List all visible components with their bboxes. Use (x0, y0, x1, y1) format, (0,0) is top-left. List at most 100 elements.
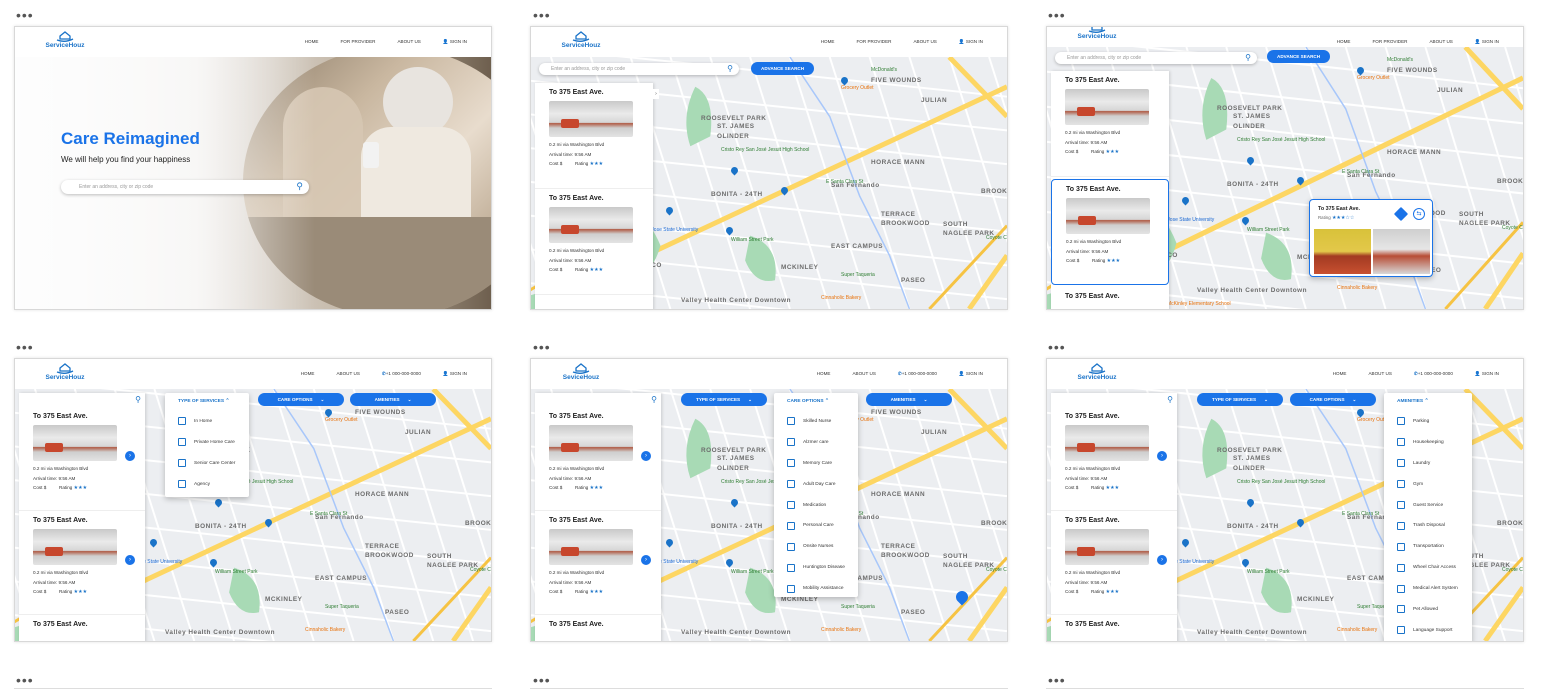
chevron-right-icon[interactable]: › (1157, 555, 1167, 565)
nav-sign-in[interactable]: 👤 SIGN IN (1475, 371, 1499, 377)
result-card[interactable]: To 375 East Ave. (19, 615, 145, 641)
nav-for-provider[interactable]: FOR PROVIDER (1373, 39, 1408, 45)
nav-for-provider[interactable]: FOR PROVIDER (341, 39, 376, 45)
directions-icon[interactable] (1393, 206, 1409, 222)
search-input[interactable]: Enter an address, city or zip code ⚲ (539, 63, 739, 75)
frame-menu-dots[interactable]: ••• (533, 8, 551, 22)
option-transportation[interactable]: Transportation (1384, 536, 1472, 557)
checkbox[interactable] (1397, 438, 1405, 447)
amenities-dropdown[interactable]: AMENITIES ⌃ Parking Housekeeping Laundry… (1384, 393, 1472, 641)
checkbox[interactable] (787, 563, 795, 572)
advance-search-button[interactable]: ADVANCE SEARCH (751, 62, 815, 75)
logo[interactable]: ServiceHouz (35, 362, 95, 386)
nav-phone[interactable]: ✆+1 000-000-0000 (898, 371, 937, 377)
checkbox[interactable] (1397, 521, 1405, 530)
result-card[interactable]: To 375 East Ave. 0.2 mi via Washington B… (535, 83, 653, 189)
checkbox[interactable] (1397, 480, 1405, 489)
care-options-dropdown[interactable]: CARE OPTIONS ⌃ Skilled Nurse Alzmer care… (774, 393, 858, 597)
advance-search-button[interactable]: ADVANCE SEARCH (1267, 50, 1331, 63)
hero-search-input[interactable]: Enter an address, city or zip code ⚲ (61, 180, 309, 194)
checkbox[interactable] (787, 480, 795, 489)
checkbox[interactable] (178, 417, 186, 426)
nav-about-us[interactable]: ABOUT US (1429, 39, 1452, 45)
amenities-button[interactable]: AMENITIES ⌄ (866, 393, 952, 406)
search-input[interactable]: ⚲ (535, 393, 661, 407)
checkbox[interactable] (1397, 459, 1405, 468)
option-alzmer-care[interactable]: Alzmer care (774, 432, 858, 453)
option-adult-day-care[interactable]: Adult Day Care (774, 474, 858, 495)
result-card[interactable]: To 375 East Ave. 0.2 mi via Washington B… (535, 511, 661, 615)
nav-sign-in[interactable]: 👤 SIGN IN (443, 39, 467, 45)
result-card[interactable]: To 375 East Ave. 0.2 mi via Washington B… (1051, 71, 1169, 177)
result-card[interactable]: To 375 East Ave. 0.2 mi via Washington B… (1051, 511, 1177, 615)
result-card[interactable]: To 375 East Ave. (1051, 287, 1169, 309)
nav-sign-in[interactable]: 👤 SIGN IN (443, 371, 467, 377)
search-input[interactable]: ⚲ (1051, 393, 1177, 407)
search-icon[interactable]: ⚲ (651, 395, 657, 404)
search-icon[interactable]: ⚲ (135, 395, 141, 404)
option-senior-care-center[interactable]: Senior Care Center (165, 453, 249, 474)
frame-menu-dots[interactable]: ••• (1048, 673, 1066, 687)
nav-home[interactable]: HOME (301, 371, 315, 377)
frame-menu-dots[interactable]: ••• (16, 8, 34, 22)
search-input[interactable]: ⚲ (19, 393, 145, 407)
option-mobility-assistance[interactable]: Mobility Assistance (774, 578, 858, 599)
nav-phone[interactable]: ✆+1 000-000-0000 (1414, 371, 1453, 377)
option-medication[interactable]: Medication (774, 495, 858, 516)
result-card[interactable]: To 375 East Ave. (1051, 615, 1177, 641)
type-of-services-button[interactable]: TYPE OF SERVICES ⌄ (681, 393, 767, 406)
option-memory-care[interactable]: Memory Care (774, 453, 858, 474)
chevron-right-icon[interactable]: › (125, 555, 135, 565)
checkbox[interactable] (178, 480, 186, 489)
search-input[interactable]: Enter an address, city or zip code ⚲ (1055, 52, 1257, 64)
type-of-services-button[interactable]: TYPE OF SERVICES ⌄ (1197, 393, 1283, 406)
checkbox[interactable] (1397, 542, 1405, 551)
result-card[interactable]: To 375 East Ave. 0.2 mi via Washington B… (19, 511, 145, 615)
checkbox[interactable] (787, 501, 795, 509)
frame-menu-dots[interactable]: ••• (16, 673, 34, 687)
option-guest-service[interactable]: Guest Service (1384, 495, 1472, 516)
care-options-button[interactable]: CARE OPTIONS ⌄ (1290, 393, 1376, 406)
nav-home[interactable]: HOME (821, 39, 835, 45)
result-card[interactable]: To 375 East Ave. (535, 615, 661, 641)
nav-about-us[interactable]: ABOUT US (336, 371, 359, 377)
frame-menu-dots[interactable]: ••• (533, 673, 551, 687)
checkbox[interactable] (1397, 501, 1405, 509)
frame-menu-dots[interactable]: ••• (1048, 340, 1066, 354)
map-popup[interactable]: To 375 East Ave. Rating ★★★☆☆ ⇆ (1309, 199, 1433, 277)
search-icon[interactable]: ⚲ (727, 64, 733, 73)
logo[interactable]: SeviceHouz (551, 362, 611, 386)
chevron-right-icon[interactable]: › (641, 555, 651, 565)
checkbox[interactable] (1397, 605, 1405, 614)
care-options-button[interactable]: CARE OPTIONS ⌄ (258, 393, 344, 406)
result-card[interactable]: To 375 East Ave. 0.2 mi via Washington B… (1051, 407, 1177, 511)
nav-home[interactable]: HOME (1337, 39, 1351, 45)
option-skilled-nurse[interactable]: Skilled Nurse (774, 411, 858, 432)
option-trash-disposal[interactable]: Trash Disposal (1384, 515, 1472, 536)
nav-about-us[interactable]: ABOUT US (1368, 371, 1391, 377)
nav-home[interactable]: HOME (1333, 371, 1347, 377)
option-wheel-chair-access[interactable]: Wheel Chair Access (1384, 557, 1472, 578)
option-huntington-disease[interactable]: Huntington Disease (774, 557, 858, 578)
checkbox[interactable] (787, 542, 795, 551)
checkbox[interactable] (1397, 584, 1405, 593)
logo[interactable]: ServiceHouz (1067, 27, 1127, 45)
result-card[interactable]: To 375 East Ave. 0.2 mi via Washington B… (535, 189, 653, 295)
option-in-home[interactable]: In Home (165, 411, 249, 432)
option-gym[interactable]: Gym (1384, 474, 1472, 495)
collapse-panel-toggle[interactable]: › (653, 89, 659, 99)
option-language-support[interactable]: Language Support (1384, 620, 1472, 641)
search-icon[interactable]: ⚲ (296, 181, 303, 192)
dropdown-header[interactable]: TYPE OF SERVICES ⌃ (165, 393, 249, 411)
option-pet-allowed[interactable]: Pet Allowed (1384, 599, 1472, 620)
checkbox[interactable] (1397, 626, 1405, 635)
nav-phone[interactable]: ✆+1 000-000-0000 (382, 371, 421, 377)
frame-menu-dots[interactable]: ••• (16, 340, 34, 354)
chevron-right-icon[interactable]: › (125, 451, 135, 461)
option-medical-alert-system[interactable]: Medical Alert System (1384, 578, 1472, 599)
logo[interactable]: ServiceHouz (1067, 362, 1127, 386)
checkbox[interactable] (178, 459, 186, 468)
chevron-right-icon[interactable]: › (641, 451, 651, 461)
search-icon[interactable]: ⚲ (1167, 395, 1173, 404)
type-of-services-dropdown[interactable]: TYPE OF SERVICES ⌃ In Home Private Home … (165, 393, 249, 497)
